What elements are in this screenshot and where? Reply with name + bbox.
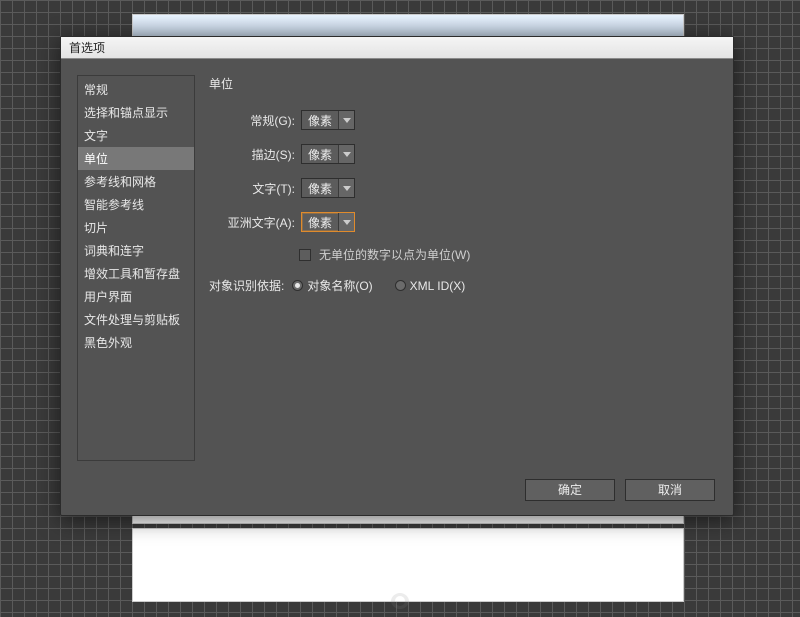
sidebar-item[interactable]: 选择和锚点显示 <box>78 101 194 124</box>
radio-icon <box>395 280 406 291</box>
sidebar-item[interactable]: 参考线和网格 <box>78 170 194 193</box>
preferences-dialog: 首选项 常规选择和锚点显示文字单位参考线和网格智能参考线切片词典和连字增效工具和… <box>60 36 734 516</box>
stroke-units-value: 像素 <box>302 146 338 163</box>
sidebar-item[interactable]: 单位 <box>78 147 194 170</box>
general-label: 常规(G): <box>209 112 295 129</box>
units-panel: 单位 常规(G): 像素 描边(S): 像素 文字(T): 像素 <box>209 75 715 461</box>
category-sidebar: 常规选择和锚点显示文字单位参考线和网格智能参考线切片词典和连字增效工具和暂存盘用… <box>77 75 195 461</box>
radio-xml-id[interactable]: XML ID(X) <box>395 279 466 293</box>
sidebar-item[interactable]: 文件处理与剪贴板 <box>78 308 194 331</box>
sidebar-item[interactable]: 智能参考线 <box>78 193 194 216</box>
chevron-down-icon <box>338 111 354 129</box>
sidebar-item[interactable]: 切片 <box>78 216 194 239</box>
panel-title: 单位 <box>209 75 715 92</box>
type-units-value: 像素 <box>302 180 338 197</box>
asian-type-label: 亚洲文字(A): <box>209 214 295 231</box>
radio-icon <box>292 280 303 291</box>
radio-xml-id-label: XML ID(X) <box>410 279 466 293</box>
cancel-button[interactable]: 取消 <box>625 479 715 501</box>
ok-button[interactable]: 确定 <box>525 479 615 501</box>
stroke-label: 描边(S): <box>209 146 295 163</box>
radio-object-name[interactable]: 对象名称(O) <box>292 277 372 294</box>
chevron-down-icon <box>338 145 354 163</box>
general-units-dropdown[interactable]: 像素 <box>301 110 355 130</box>
asian-type-units-value: 像素 <box>302 214 338 231</box>
sidebar-item[interactable]: 用户界面 <box>78 285 194 308</box>
type-label: 文字(T): <box>209 180 295 197</box>
stroke-units-dropdown[interactable]: 像素 <box>301 144 355 164</box>
points-checkbox[interactable] <box>299 249 311 261</box>
asian-type-units-dropdown[interactable]: 像素 <box>301 212 355 232</box>
sidebar-item[interactable]: 文字 <box>78 124 194 147</box>
sidebar-item[interactable]: 词典和连字 <box>78 239 194 262</box>
points-checkbox-row[interactable]: 无单位的数字以点为单位(W) <box>299 246 715 263</box>
type-units-dropdown[interactable]: 像素 <box>301 178 355 198</box>
sidebar-item[interactable]: 常规 <box>78 78 194 101</box>
points-checkbox-label: 无单位的数字以点为单位(W) <box>319 246 470 263</box>
sidebar-item[interactable]: 黑色外观 <box>78 331 194 354</box>
radio-object-name-label: 对象名称(O) <box>307 277 372 294</box>
app-mark-icon <box>388 591 412 611</box>
chevron-down-icon <box>338 179 354 197</box>
object-id-label: 对象识别依据: <box>209 277 284 294</box>
general-units-value: 像素 <box>302 112 338 129</box>
chevron-down-icon <box>338 213 354 231</box>
sidebar-item[interactable]: 增效工具和暂存盘 <box>78 262 194 285</box>
dialog-title: 首选项 <box>61 37 733 59</box>
